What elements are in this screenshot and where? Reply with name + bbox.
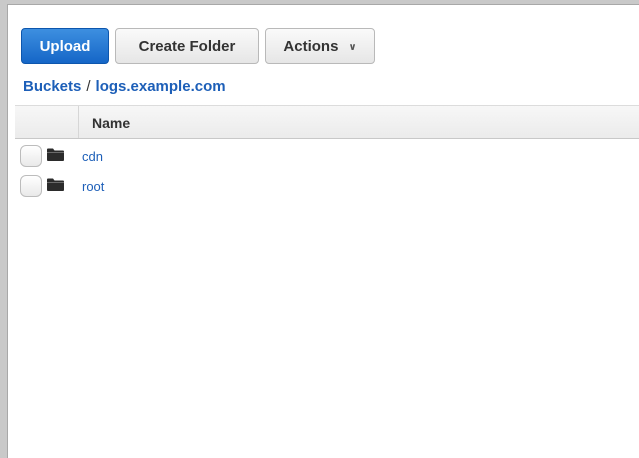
row-checkbox[interactable]	[20, 175, 42, 197]
table-row[interactable]: cdn	[20, 143, 620, 171]
column-divider	[78, 106, 79, 138]
breadcrumb-separator: /	[86, 78, 91, 95]
chevron-down-icon: ∨	[348, 41, 357, 53]
table-row[interactable]: root	[20, 173, 620, 201]
row-checkbox[interactable]	[20, 145, 42, 167]
actions-button-label: Actions	[283, 37, 339, 55]
folder-icon	[47, 148, 64, 161]
create-folder-button[interactable]: Create Folder	[115, 28, 259, 64]
create-folder-button-label: Create Folder	[138, 37, 236, 55]
column-header-name[interactable]: Name	[92, 115, 130, 131]
toolbar: Upload Create Folder Actions ∨	[21, 28, 375, 64]
breadcrumb-buckets-link[interactable]: Buckets	[23, 78, 81, 95]
folder-icon	[47, 178, 64, 191]
table-header: Name	[15, 105, 639, 139]
actions-dropdown-button[interactable]: Actions ∨	[265, 28, 375, 64]
breadcrumb: Buckets / logs.example.com	[23, 78, 226, 95]
folder-link[interactable]: cdn	[82, 149, 103, 164]
content-border	[7, 4, 639, 458]
breadcrumb-current-bucket[interactable]: logs.example.com	[96, 78, 226, 95]
folder-link[interactable]: root	[82, 179, 104, 194]
upload-button[interactable]: Upload	[21, 28, 109, 64]
upload-button-label: Upload	[39, 37, 91, 55]
